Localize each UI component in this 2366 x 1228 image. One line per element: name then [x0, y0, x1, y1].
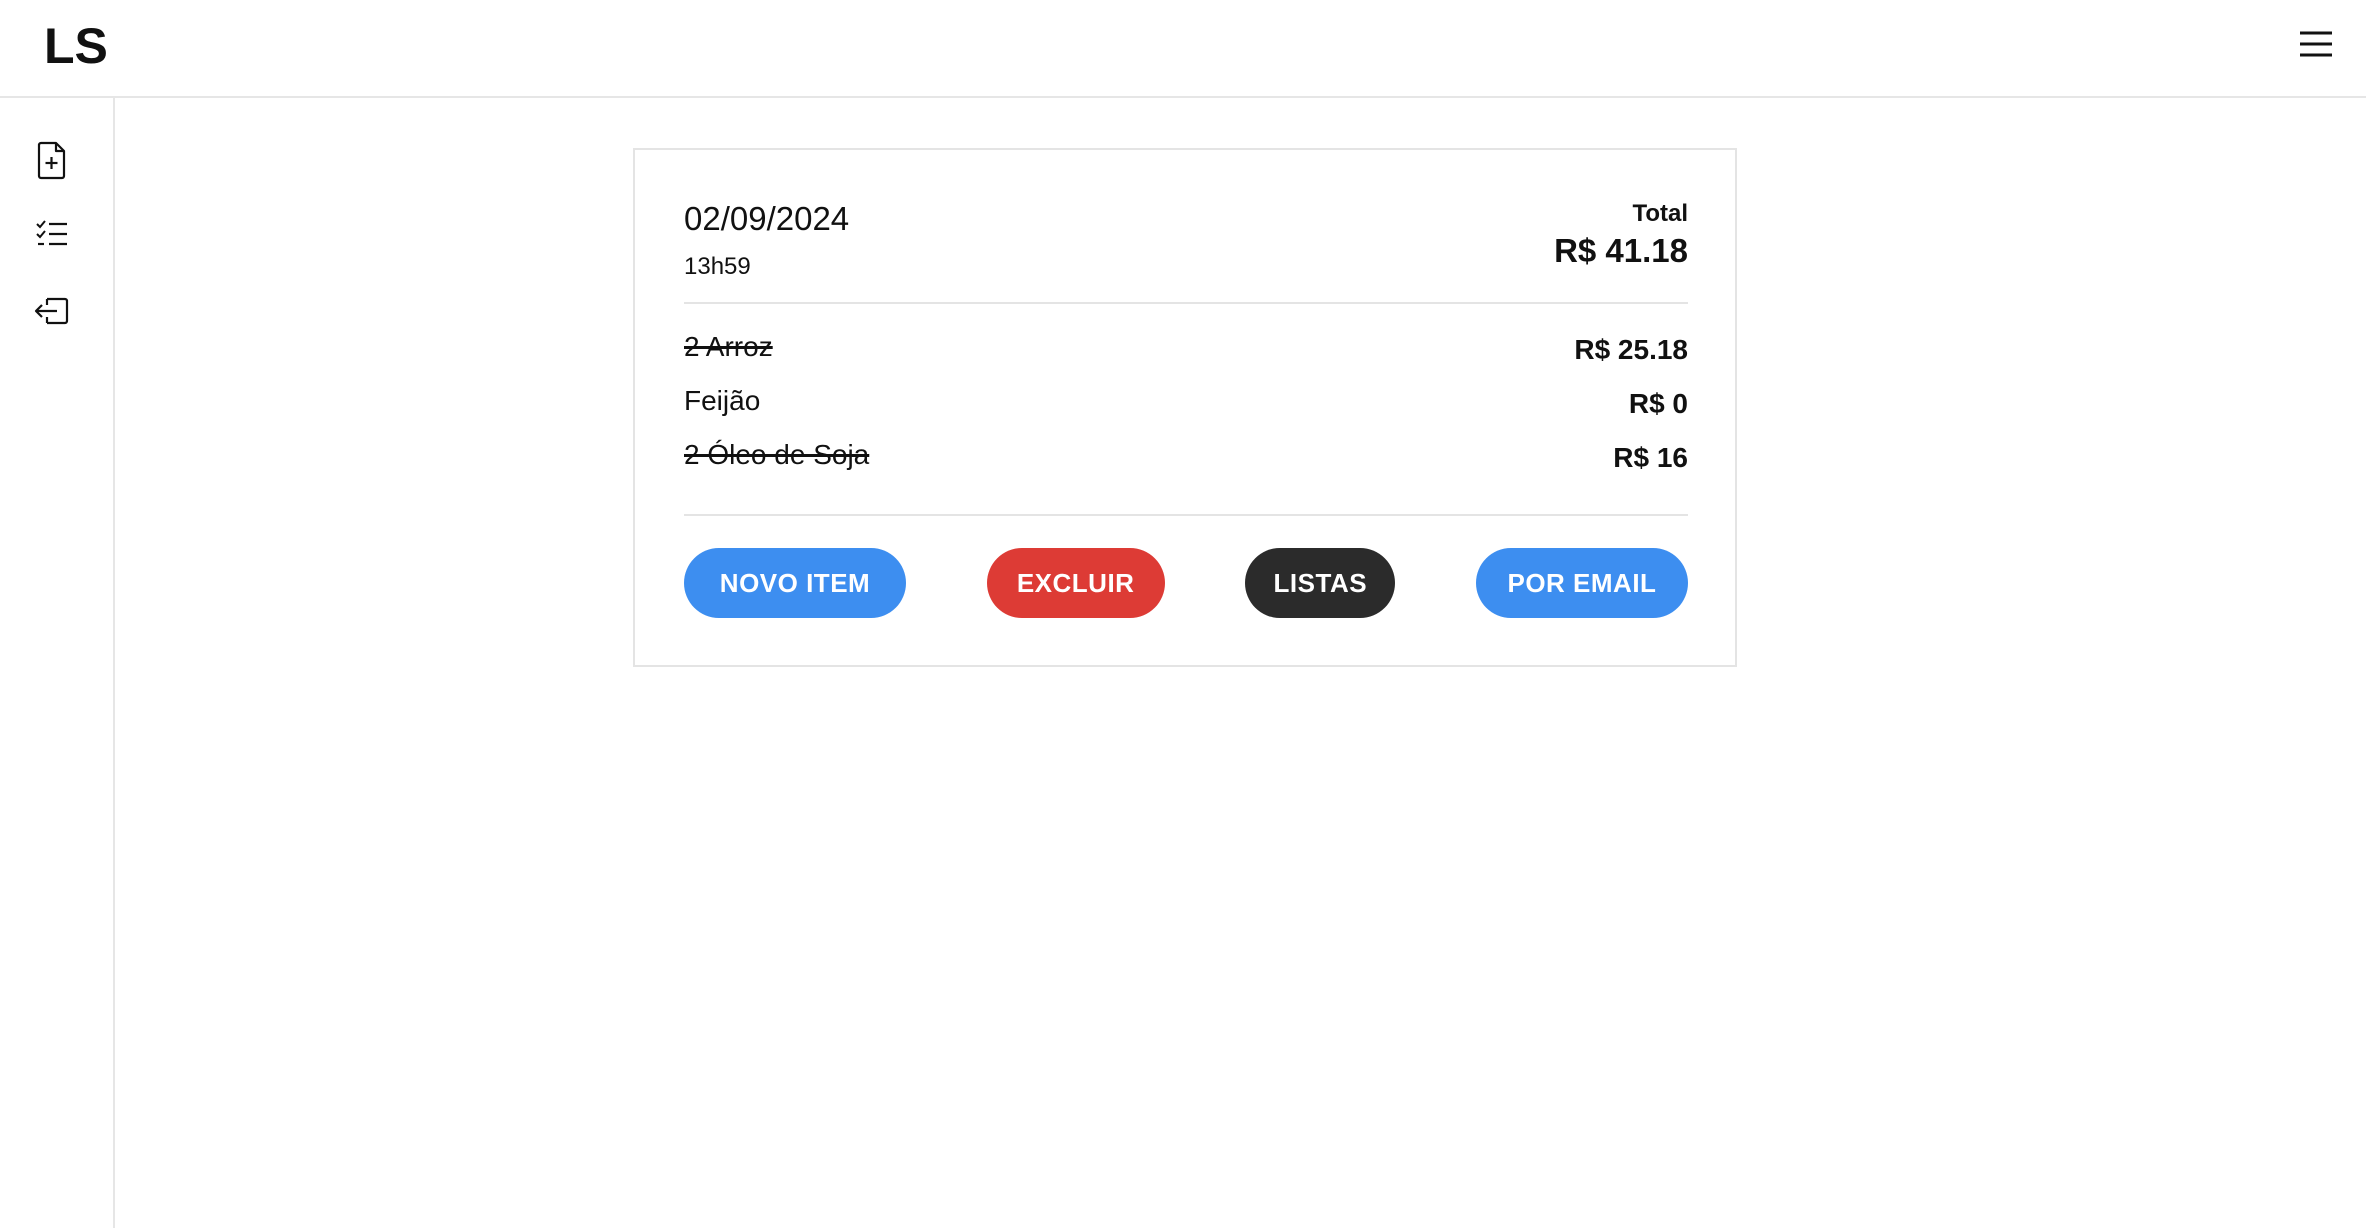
sidebar-item-lists[interactable]: [32, 215, 72, 255]
sidebar-item-new-list[interactable]: [32, 140, 72, 180]
delete-button[interactable]: EXCLUIR: [986, 548, 1165, 618]
list-time: 13h59: [684, 253, 751, 280]
list-item: 2 Óleo de Soja R$ 16: [684, 428, 1688, 482]
hamburger-menu-button[interactable]: [2296, 24, 2336, 64]
file-plus-icon: [37, 141, 66, 180]
item-price: R$ 0: [1628, 388, 1688, 419]
sidebar-item-logout[interactable]: [32, 291, 72, 331]
checklist-icon: [36, 220, 67, 246]
item-name[interactable]: 2 Arroz: [684, 330, 773, 364]
shopping-list-card: 02/09/2024 13h59 Total R$ 41.18 2 Arroz …: [633, 148, 1737, 667]
total-label: Total: [1632, 200, 1688, 227]
new-item-button[interactable]: NOVO ITEM: [684, 548, 906, 618]
list-item: 2 Arroz R$ 25.18: [684, 320, 1688, 374]
sidebar: [0, 98, 115, 1228]
total-value: R$ 41.18: [1554, 232, 1688, 269]
action-bar: NOVO ITEM EXCLUIR LISTAS POR EMAIL: [684, 548, 1688, 618]
item-name[interactable]: 2 Óleo de Soja: [684, 438, 869, 472]
app-logo[interactable]: LS: [44, 18, 108, 74]
header-divider: [684, 302, 1688, 304]
item-price: R$ 25.18: [1574, 334, 1688, 365]
list-header: 02/09/2024 13h59 Total R$ 41.18: [684, 199, 1688, 305]
items-divider: [684, 514, 1688, 516]
top-bar: LS: [0, 0, 2366, 98]
list-item: Feijão R$ 0: [684, 374, 1688, 428]
email-button[interactable]: POR EMAIL: [1475, 548, 1688, 618]
hamburger-menu-icon: [2300, 31, 2332, 57]
lists-button[interactable]: LISTAS: [1245, 548, 1396, 618]
logout-icon: [34, 297, 69, 325]
item-name[interactable]: Feijão: [684, 384, 760, 418]
item-price: R$ 16: [1613, 442, 1688, 473]
list-date: 02/09/2024: [684, 200, 850, 237]
items-list: 2 Arroz R$ 25.18 Feijão R$ 0 2 Óleo de S…: [684, 320, 1688, 482]
